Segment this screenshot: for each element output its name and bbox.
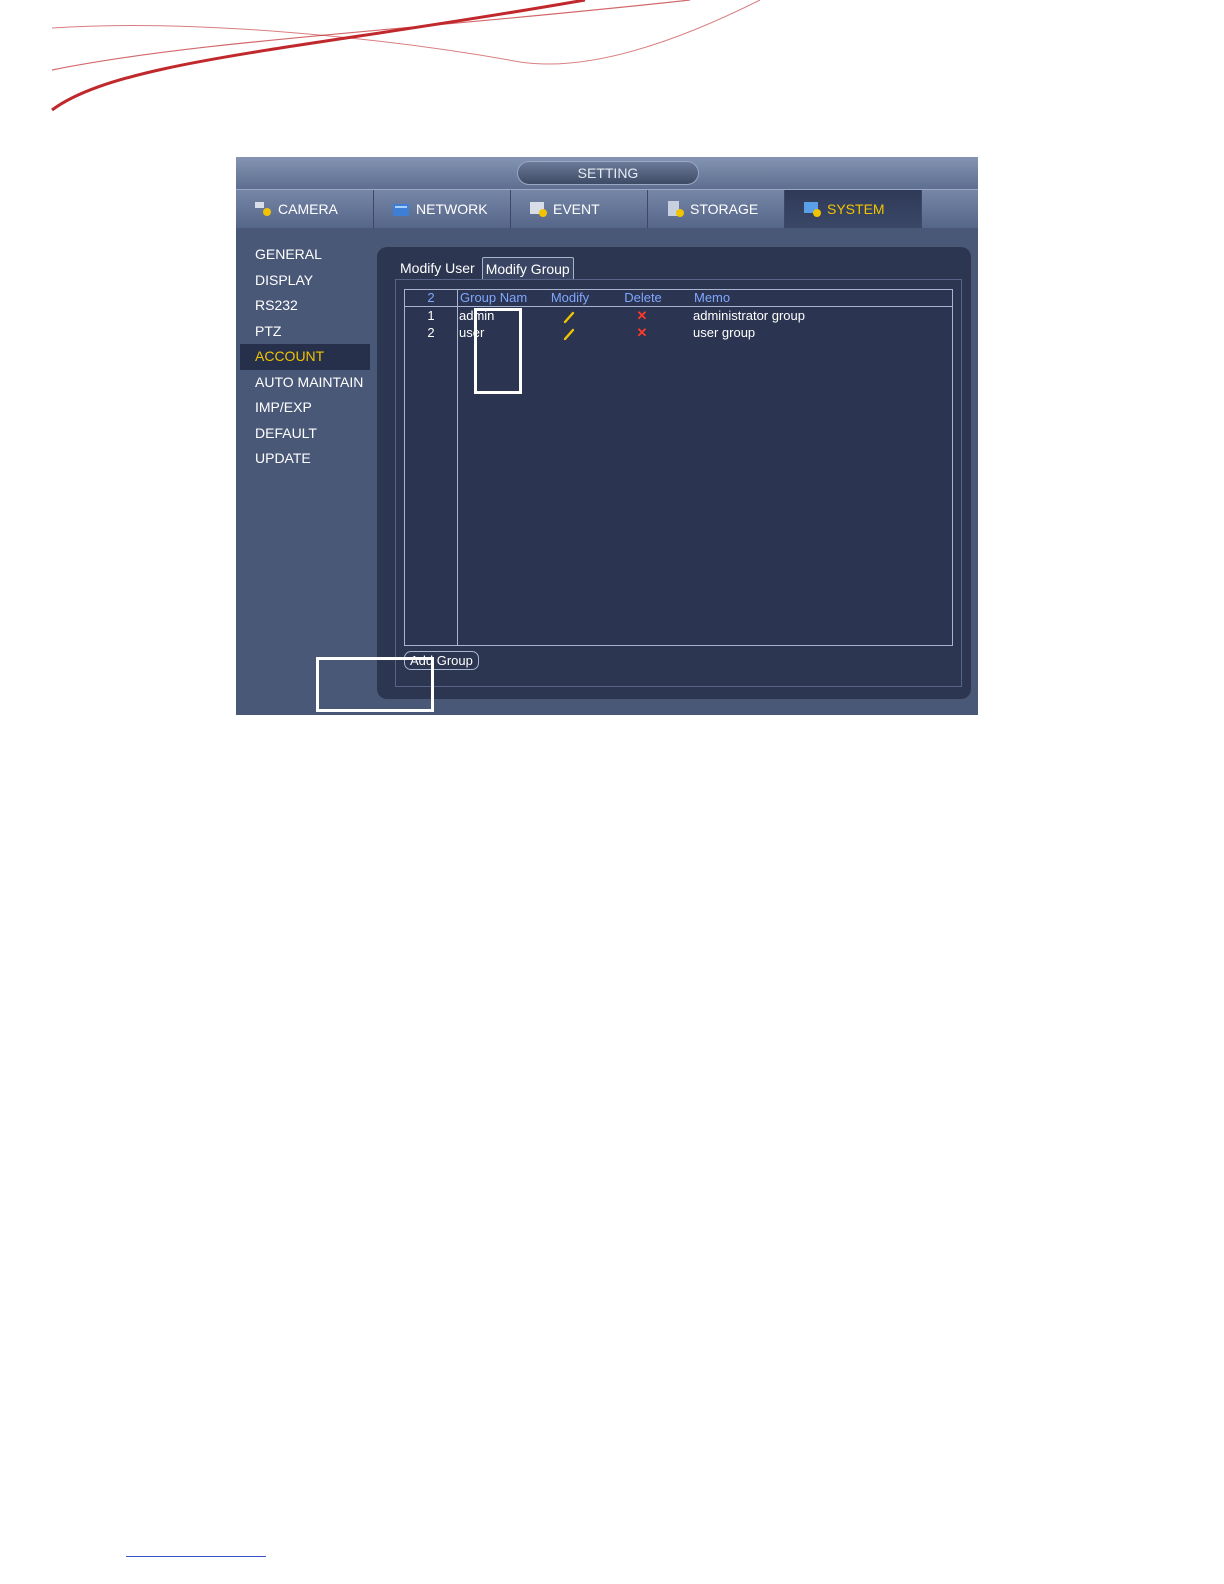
event-gear-icon bbox=[530, 202, 547, 217]
storage-gear-icon bbox=[668, 201, 684, 217]
header-count: 2 bbox=[405, 290, 458, 306]
header-memo: Memo bbox=[694, 290, 731, 305]
highlight-box-add-group bbox=[316, 657, 434, 712]
row-memo: administrator group bbox=[693, 308, 805, 323]
main-tab-bar: CAMERA NETWORK EVENT STORAGE SYSTEM bbox=[236, 189, 978, 228]
modify-button[interactable] bbox=[543, 324, 595, 341]
title-bar: SETTING bbox=[236, 157, 978, 189]
header-swoosh-decoration bbox=[51, 0, 761, 112]
tab-system-label: SYSTEM bbox=[827, 201, 885, 217]
tab-storage[interactable]: STORAGE bbox=[648, 190, 785, 228]
tab-event[interactable]: EVENT bbox=[511, 190, 648, 228]
delete-button[interactable]: ✕ bbox=[595, 307, 689, 324]
menu-item-general[interactable]: GENERAL bbox=[240, 242, 370, 268]
tab-event-label: EVENT bbox=[553, 201, 600, 217]
delete-x-icon: ✕ bbox=[636, 325, 648, 340]
menu-item-update[interactable]: UPDATE bbox=[240, 446, 370, 472]
row-memo: user group bbox=[693, 325, 756, 340]
menu-item-account[interactable]: ACCOUNT bbox=[240, 344, 370, 370]
index-column-divider bbox=[457, 307, 458, 645]
tab-camera[interactable]: CAMERA bbox=[236, 190, 374, 228]
pencil-icon bbox=[563, 328, 575, 340]
tab-storage-label: STORAGE bbox=[690, 201, 759, 217]
tab-network-label: NETWORK bbox=[416, 201, 488, 217]
menu-item-rs232[interactable]: RS232 bbox=[240, 293, 370, 319]
footer-link-underline bbox=[126, 1556, 266, 1557]
table-header: 2 Group Nam Modify Delete Memo bbox=[405, 290, 952, 307]
menu-item-default[interactable]: DEFAULT bbox=[240, 421, 370, 447]
menu-item-auto-maintain[interactable]: AUTO MAINTAIN bbox=[240, 370, 370, 396]
tab-system[interactable]: SYSTEM bbox=[785, 190, 922, 228]
side-menu: GENERAL DISPLAY RS232 PTZ ACCOUNT AUTO M… bbox=[240, 242, 370, 472]
camera-gear-icon bbox=[255, 202, 271, 216]
row-index: 1 bbox=[427, 308, 435, 323]
row-index: 2 bbox=[427, 325, 435, 340]
dvr-setting-window: SETTING CAMERA NETWORK EVENT STORAGE SYS… bbox=[236, 157, 978, 715]
delete-button[interactable]: ✕ bbox=[595, 324, 689, 341]
pencil-icon bbox=[563, 311, 575, 323]
delete-x-icon: ✕ bbox=[636, 308, 648, 323]
menu-item-ptz[interactable]: PTZ bbox=[240, 319, 370, 345]
modify-button[interactable] bbox=[543, 307, 595, 324]
highlight-box-group-name bbox=[474, 308, 522, 394]
tab-modify-group[interactable]: Modify Group bbox=[481, 257, 574, 280]
menu-item-imp-exp[interactable]: IMP/EXP bbox=[240, 395, 370, 421]
account-subtabs: Modify User Modify Group bbox=[397, 257, 578, 281]
tab-network[interactable]: NETWORK bbox=[374, 190, 511, 228]
network-icon bbox=[393, 204, 409, 216]
header-group-name[interactable]: Group Nam bbox=[458, 290, 544, 306]
tab-modify-user[interactable]: Modify User bbox=[397, 257, 478, 279]
window-title: SETTING bbox=[517, 161, 699, 185]
header-delete: Delete bbox=[624, 290, 662, 305]
tab-camera-label: CAMERA bbox=[278, 201, 338, 217]
account-panel: Modify User Modify Group 2 Group Nam Mod… bbox=[377, 247, 971, 699]
system-gear-icon bbox=[804, 202, 821, 217]
header-modify: Modify bbox=[550, 290, 590, 305]
menu-item-display[interactable]: DISPLAY bbox=[240, 268, 370, 294]
